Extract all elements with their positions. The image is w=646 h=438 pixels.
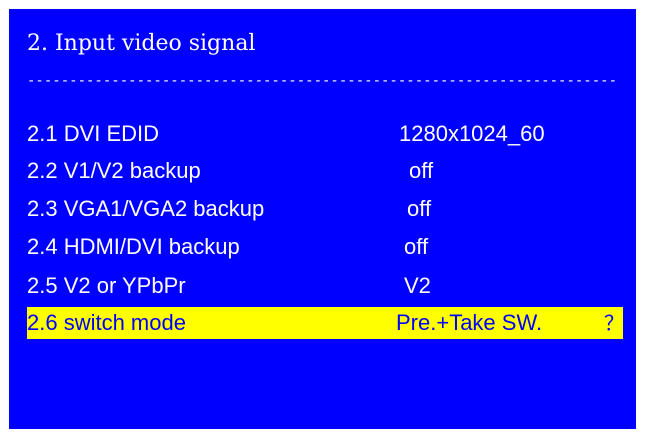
menu-item-label: 2.2 V1/V2 backup — [27, 158, 201, 183]
menu-item-value-highlight: Pre.+Take SW. ？ — [387, 307, 624, 339]
menu-item-label: 2.1 DVI EDID — [27, 121, 160, 146]
osd-menu-screen: 2. Input video signal ------------------… — [9, 9, 636, 429]
menu-item-label: 2.6 switch mode — [27, 307, 387, 339]
menu-item-value: Pre.+Take SW. — [396, 310, 543, 335]
menu-item-v2-or-ypbpr[interactable]: 2.5 V2 or YPbPr V2 — [27, 270, 623, 302]
question-mark-icon: ？ — [604, 311, 624, 335]
menu-title: 2. Input video signal — [27, 31, 256, 56]
menu-item-dvi-edid[interactable]: 2.1 DVI EDID 1280x1024_60 — [27, 118, 623, 150]
menu-item-value: off — [407, 196, 432, 221]
menu-item-label: 2.4 HDMI/DVI backup — [27, 234, 240, 259]
menu-item-hdmi-dvi-backup[interactable]: 2.4 HDMI/DVI backup off — [27, 231, 623, 263]
menu-item-label: 2.5 V2 or YPbPr — [27, 273, 186, 298]
menu-item-value: V2 — [404, 273, 431, 298]
menu-item-value: off — [409, 158, 434, 183]
menu-item-v1-v2-backup[interactable]: 2.2 V1/V2 backup off — [27, 155, 623, 187]
menu-item-vga1-vga2-backup[interactable]: 2.3 VGA1/VGA2 backup off — [27, 193, 623, 225]
menu-item-value: off — [404, 234, 429, 259]
menu-item-switch-mode[interactable]: 2.6 switch mode Pre.+Take SW. ？ — [27, 307, 624, 339]
menu-item-value: 1280x1024_60 — [399, 121, 545, 146]
menu-item-label: 2.3 VGA1/VGA2 backup — [27, 196, 265, 221]
menu-divider: ----------------------------------------… — [27, 73, 618, 89]
